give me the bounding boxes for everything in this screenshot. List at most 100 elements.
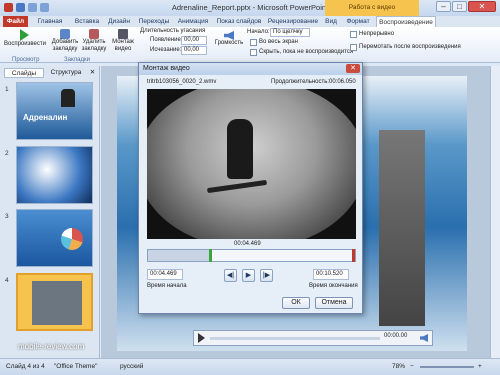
slide4-video-thumbnail — [32, 281, 82, 325]
language: русский — [120, 363, 144, 370]
add-bookmark-button[interactable]: Добавить закладку — [51, 29, 79, 53]
trim-end-handle[interactable] — [352, 249, 355, 262]
video-filename: tritrb103056_0020_2.wmv — [147, 79, 217, 85]
tab-slideshow[interactable]: Показ слайдов — [214, 16, 264, 27]
video-preview — [147, 89, 356, 239]
fullscreen-checkbox[interactable] — [250, 39, 257, 46]
end-time-label: Время окончания — [309, 283, 358, 289]
tab-insert[interactable]: Вставка — [70, 16, 104, 27]
hide-checkbox[interactable] — [250, 49, 257, 56]
watermark-text: mobile-review.com — [18, 342, 85, 351]
zoom-out-button[interactable]: − — [410, 359, 414, 375]
slide-number: 2 — [5, 150, 9, 157]
slides-panel: Слайды Структура ✕ 1 Адреналин 2 3 4 mob… — [0, 66, 100, 358]
start-label: Начало: — [247, 29, 270, 35]
fade-in-label: Появление: — [150, 37, 183, 43]
theme-name: "Office Theme" — [54, 363, 98, 370]
group-bookmarks-label: Закладки — [64, 57, 90, 63]
tab-playback[interactable]: Воспроизведение — [376, 16, 436, 27]
tab-design[interactable]: Дизайн — [105, 16, 133, 27]
hide-label: Скрыть, пока не воспроизводится — [259, 49, 354, 55]
slide3-chart-graphic — [61, 228, 83, 250]
rewind-label: Перемотать после воспроизведения — [359, 44, 461, 50]
status-bar: Слайд 4 из 4 "Office Theme" русский 78% … — [0, 358, 500, 375]
remove-bookmark-icon — [89, 29, 99, 39]
loop-label: Непрерывно — [359, 31, 395, 37]
previous-frame-button[interactable]: ◀| — [224, 269, 237, 282]
fullscreen-label: Во весь экран — [259, 39, 298, 45]
ok-button[interactable]: ОК — [282, 297, 310, 309]
start-dropdown[interactable]: По щелчку — [270, 28, 310, 37]
tab-animation[interactable]: Анимация — [174, 16, 212, 27]
dialog-title-bar: Монтаж видео ✕ — [139, 63, 362, 75]
fade-out-field[interactable]: 00,00 — [181, 46, 207, 55]
skater-figure — [61, 89, 75, 107]
title-bar: Adrenaline_Report.pptx - Microsoft Power… — [0, 0, 500, 16]
zoom-level: 78% — [392, 363, 406, 370]
player-progress-track[interactable] — [210, 337, 380, 340]
play-label: Воспроизвести — [4, 41, 46, 47]
tab-home[interactable]: Главная — [34, 16, 66, 27]
tab-transitions[interactable]: Переходы — [136, 16, 172, 27]
slide1-title: Адреналин — [23, 113, 68, 122]
play-button[interactable]: ▶ — [242, 269, 255, 282]
dialog-close-button[interactable]: ✕ — [346, 64, 360, 73]
add-bookmark-icon — [60, 29, 70, 39]
add-bookmark-label: Добавить закладку — [51, 39, 79, 52]
zoom-in-button[interactable]: + — [478, 359, 482, 375]
minimize-button[interactable]: – — [436, 1, 451, 12]
trim-timeline[interactable] — [147, 249, 356, 262]
slide-number: 1 — [5, 86, 9, 93]
tab-outline[interactable]: Структура — [46, 68, 86, 78]
group-preview-label: Просмотр — [12, 57, 40, 63]
slide-counter: Слайд 4 из 4 — [6, 363, 45, 370]
slide-thumbnail-2[interactable] — [16, 146, 93, 204]
trim-start-handle[interactable] — [209, 249, 213, 262]
close-button[interactable]: ✕ — [468, 1, 496, 12]
skater-figure — [227, 119, 253, 179]
remove-bookmark-button[interactable]: Удалить закладку — [80, 29, 108, 53]
slide-thumbnail-4[interactable] — [16, 273, 93, 331]
vertical-scrollbar[interactable] — [490, 66, 500, 358]
remove-bookmark-label: Удалить закладку — [81, 39, 107, 52]
duration-label: Продолжительность: — [271, 79, 330, 85]
video-frame[interactable] — [379, 130, 425, 326]
tab-review[interactable]: Рецензирование — [266, 16, 320, 27]
volume-icon[interactable] — [420, 334, 428, 342]
maximize-button[interactable]: □ — [452, 1, 467, 12]
trim-video-icon — [118, 29, 128, 39]
slide-number: 3 — [5, 213, 9, 220]
slide-thumbnail-3[interactable] — [16, 209, 93, 267]
video-player-bar[interactable]: 00:00.00 — [193, 330, 433, 346]
play-button[interactable]: Воспроизвести — [4, 29, 46, 48]
video-tools-context-tab: Работа с видео — [325, 0, 419, 16]
trim-selection — [210, 250, 355, 261]
loop-checkbox[interactable] — [350, 31, 357, 38]
play-icon[interactable] — [198, 333, 205, 343]
next-frame-button[interactable]: |▶ — [260, 269, 273, 282]
panel-close-button[interactable]: ✕ — [88, 68, 97, 78]
dialog-title: Монтаж видео — [143, 65, 190, 72]
play-icon — [19, 29, 29, 41]
cancel-button[interactable]: Отмена — [315, 297, 353, 309]
rewind-checkbox[interactable] — [350, 44, 357, 51]
tab-file[interactable]: Файл — [3, 16, 28, 27]
trim-video-label: Монтаж видео — [112, 39, 134, 52]
start-time-field[interactable]: 00:04.469 — [147, 269, 183, 280]
tab-slides[interactable]: Слайды — [4, 68, 44, 78]
slide-thumbnail-1[interactable]: Адреналин — [16, 82, 93, 140]
tab-format[interactable]: Формат — [342, 16, 374, 27]
speaker-icon — [224, 31, 234, 40]
current-time: 00:04.469 — [234, 241, 261, 247]
duration-value: 00:06.050 — [329, 79, 356, 85]
end-time-field[interactable]: 00:10.520 — [313, 269, 349, 280]
fade-out-label: Исчезание: — [150, 47, 182, 53]
trim-video-button[interactable]: Монтаж видео — [110, 29, 136, 53]
zoom-slider[interactable] — [420, 366, 474, 368]
volume-label: Громкость — [214, 40, 244, 46]
volume-button[interactable]: Громкость — [214, 31, 244, 47]
window-title: Adrenaline_Report.pptx - Microsoft Power… — [171, 3, 329, 12]
tab-view[interactable]: Вид — [322, 16, 340, 27]
fade-in-field[interactable]: 00,00 — [181, 36, 207, 45]
fade-duration-label: Длительность угасания — [140, 28, 206, 34]
